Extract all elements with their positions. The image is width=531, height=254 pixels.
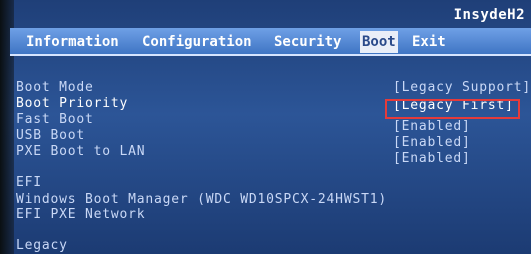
bios-brand: InsydeH2 [453, 7, 525, 23]
boot-settings-panel: Boot Mode [Legacy Support] Boot Priority… [10, 56, 531, 254]
setting-label: Boot Mode [16, 80, 94, 95]
tab-boot[interactable]: Boot [360, 31, 398, 53]
tab-security[interactable]: Security [274, 31, 341, 53]
setting-value[interactable]: [Enabled] [393, 135, 471, 151]
setting-label: USB Boot [16, 128, 86, 143]
tab-configuration[interactable]: Configuration [142, 31, 252, 53]
efi-boot-entry[interactable]: EFI PXE Network [16, 207, 145, 223]
legacy-section-heading: Legacy [16, 238, 68, 253]
efi-boot-entry[interactable]: Windows Boot Manager (WDC WD10SPCX-24HWS… [16, 192, 387, 208]
setting-value[interactable]: [Enabled] [393, 151, 471, 167]
efi-section-heading: EFI [16, 175, 42, 190]
setting-label: Fast Boot [16, 112, 94, 127]
selection-highlight-box [385, 99, 520, 119]
menu-tab-bar: Information Configuration Security Boot … [10, 28, 531, 56]
setting-label: PXE Boot to LAN [16, 144, 146, 159]
setting-value[interactable]: [Legacy Support] [393, 80, 531, 96]
bios-screen: InsydeH2 Information Configuration Secur… [0, 0, 531, 254]
tab-information[interactable]: Information [26, 31, 119, 53]
setting-label: Boot Priority [16, 96, 129, 111]
tab-exit[interactable]: Exit [412, 31, 446, 53]
setting-value[interactable]: [Enabled] [393, 119, 471, 135]
